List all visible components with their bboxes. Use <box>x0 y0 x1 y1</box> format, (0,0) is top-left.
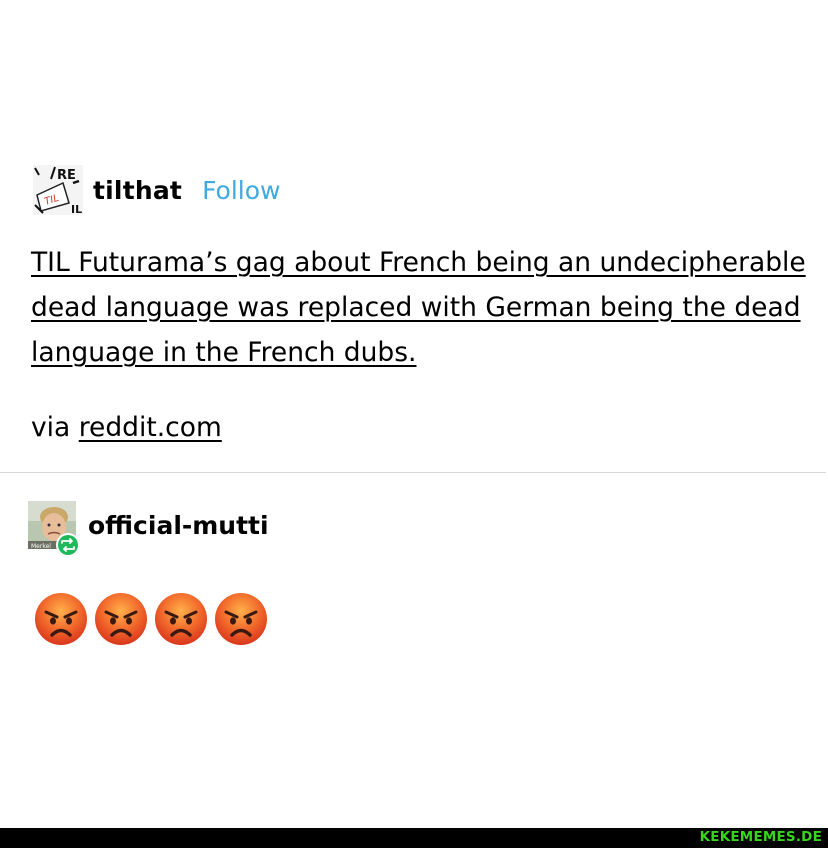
angry-face-icon <box>155 593 207 645</box>
post-username[interactable]: tilthat <box>93 176 182 205</box>
svg-text:IL: IL <box>71 203 82 215</box>
reblog-username[interactable]: official-mutti <box>88 511 269 540</box>
mutti-avatar-icon: Merkel <box>28 501 80 557</box>
reblog-avatar[interactable]: Merkel <box>28 501 80 559</box>
post-header: RE TIL IL tilthat Follow <box>33 163 280 217</box>
reblog-badge-icon <box>58 535 78 555</box>
emoji-row <box>34 592 268 646</box>
angry-face-icon <box>95 593 147 645</box>
via-label: via <box>31 412 71 443</box>
source-link[interactable]: reddit.com <box>79 412 222 443</box>
angry-face-icon <box>215 593 267 645</box>
svg-text:RE: RE <box>57 168 76 183</box>
avatar[interactable]: RE TIL IL <box>33 165 83 216</box>
post-source: via reddit.com <box>31 405 222 450</box>
avatar-caption: Merkel <box>31 543 51 550</box>
til-avatar-icon: RE TIL IL <box>33 165 83 216</box>
reblog-header: Merkel official-mutti <box>28 501 269 559</box>
post-body-link[interactable]: TIL Futurama’s gag about French being an… <box>31 247 806 368</box>
watermark-text: KEKEMEMES.DE <box>699 829 822 845</box>
watermark-bar: KEKEMEMES.DE <box>0 828 828 848</box>
angry-face-icon <box>35 593 87 645</box>
divider <box>0 472 826 473</box>
follow-button[interactable]: Follow <box>202 176 280 205</box>
post-body: TIL Futurama’s gag about French being an… <box>31 240 811 375</box>
